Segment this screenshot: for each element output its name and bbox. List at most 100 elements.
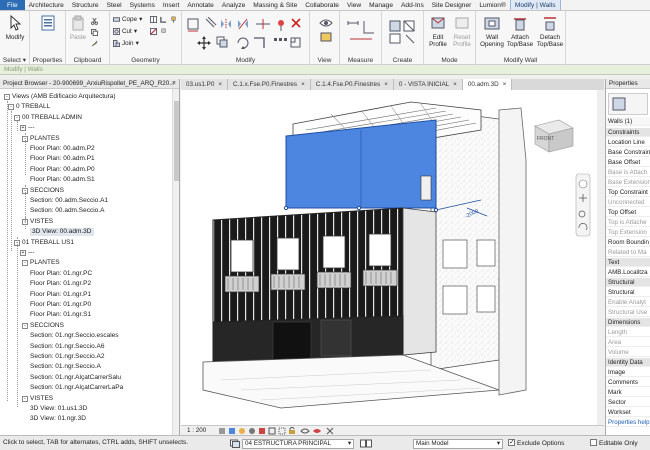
tree-node[interactable]: Floor Plan: 00.adm.P2: [30, 145, 95, 153]
type-selector[interactable]: [608, 93, 648, 115]
tree-node[interactable]: Section: 01.ngr.Seccio.A6: [30, 343, 104, 351]
tree-node[interactable]: -0 TREBALL: [8, 103, 50, 111]
property-row[interactable]: Top Constraint: [606, 188, 650, 197]
tree-node[interactable]: - VISTES: [22, 218, 53, 226]
ribbon-tab[interactable]: Annotate: [183, 0, 217, 10]
tree-node[interactable]: Floor Plan: 01.ngr.P0: [30, 301, 91, 309]
paste-button[interactable]: Paste: [68, 15, 88, 41]
offset-icon[interactable]: [205, 17, 217, 28]
analytical-model-icon[interactable]: [326, 427, 334, 435]
property-group-header[interactable]: Constraints: [606, 128, 650, 137]
tree-node[interactable]: 3D View: 00.adm.3D: [30, 228, 94, 237]
detach-top-base-button[interactable]: Detach Top/Base: [535, 15, 565, 48]
ribbon-tab[interactable]: Lumion®: [475, 0, 510, 10]
project-browser-close-button[interactable]: ×: [172, 79, 176, 89]
ribbon-tab[interactable]: Manage: [365, 0, 397, 10]
tree-node[interactable]: Section: 01.ngr.AlçatCarrerLaPa: [30, 384, 123, 392]
demolish-icon[interactable]: [150, 28, 157, 35]
paint-icon[interactable]: [170, 16, 177, 23]
ribbon-tab[interactable]: File: [0, 0, 25, 10]
tree-node[interactable]: -00 TREBALL ADMIN: [14, 114, 82, 122]
ribbon-tab[interactable]: Insert: [159, 0, 184, 10]
editable-only-check[interactable]: [590, 439, 597, 446]
modify-button[interactable]: Modify: [2, 14, 28, 41]
measure-icon[interactable]: [346, 19, 376, 45]
collapse-toggle-icon[interactable]: -: [22, 395, 28, 402]
tree-node[interactable]: + ---: [20, 249, 35, 257]
tree-node[interactable]: Floor Plan: 01.ngr.PC: [30, 270, 92, 278]
copy-element-icon[interactable]: [216, 36, 228, 48]
collapse-toggle-icon[interactable]: -: [22, 322, 28, 329]
drawing-area[interactable]: -2000 FRONT: [181, 90, 604, 425]
copy-button[interactable]: [91, 28, 98, 37]
tree-node[interactable]: -01 TREBALL US1: [14, 239, 74, 247]
align-icon[interactable]: [187, 18, 199, 32]
canvas-scrollbar[interactable]: [597, 90, 604, 425]
attach-top-base-button[interactable]: Attach Top/Base: [506, 15, 534, 48]
worksets-icon[interactable]: [230, 439, 240, 448]
pin-icon[interactable]: [278, 20, 284, 31]
cut-clipboard-button[interactable]: [91, 17, 98, 26]
tree-node[interactable]: Section: 00.adm.Seccio.A: [30, 207, 104, 215]
crop-region-icon[interactable]: [278, 427, 286, 435]
ribbon-tab[interactable]: Steel: [103, 0, 126, 10]
hide-in-view-icon[interactable]: [318, 19, 334, 43]
tree-node[interactable]: Section: 01.ngr.Seccio.A: [30, 363, 101, 371]
reveal-hidden-icon[interactable]: [313, 429, 321, 433]
tree-node[interactable]: - Views (AMB Edificacio Arquitectura): [4, 93, 116, 101]
match-properties-button[interactable]: [91, 39, 98, 48]
editable-only-checkbox[interactable]: Editable Only: [590, 439, 638, 447]
scrollbar-thumb[interactable]: [174, 101, 179, 181]
array-icon[interactable]: [274, 38, 287, 41]
property-row[interactable]: AMB.Localitza: [606, 268, 650, 277]
collapse-toggle-icon[interactable]: -: [14, 114, 20, 121]
tree-node[interactable]: 3D View: 01.us1.3D: [30, 405, 87, 413]
tree-node[interactable]: Floor Plan: 01.ngr.P2: [30, 280, 91, 288]
tree-node[interactable]: Section: 01.ngr.Seccio.escales: [30, 332, 119, 340]
edit-profile-button[interactable]: Edit Profile: [426, 15, 450, 48]
expand-toggle-icon[interactable]: +: [20, 125, 26, 132]
navigation-bar[interactable]: [575, 173, 591, 237]
visual-style-icon[interactable]: [229, 428, 235, 434]
collapse-toggle-icon[interactable]: -: [4, 94, 10, 100]
property-row[interactable]: Comments: [606, 378, 650, 387]
design-option-select[interactable]: Main Model ▾: [413, 439, 503, 449]
split-face-icon[interactable]: [150, 16, 157, 23]
split-icon[interactable]: [256, 19, 270, 29]
property-group-header[interactable]: Identity Data: [606, 358, 650, 367]
close-tab-icon[interactable]: ×: [384, 81, 388, 88]
tree-node[interactable]: Floor Plan: 01.ngr.S1: [30, 311, 91, 319]
close-tab-icon[interactable]: ×: [453, 81, 457, 88]
property-row[interactable]: Mark: [606, 388, 650, 397]
close-tab-icon[interactable]: ×: [503, 81, 507, 88]
tree-node[interactable]: 3D View: 01.ngr.3D: [30, 415, 86, 423]
exclude-options-checkbox[interactable]: Exclude Options: [508, 438, 564, 447]
close-tab-icon[interactable]: ×: [218, 81, 222, 88]
viewcube[interactable]: FRONT: [534, 119, 574, 153]
ribbon-tab[interactable]: Structure: [68, 0, 103, 10]
ribbon-tab[interactable]: Modify | Walls: [509, 0, 561, 10]
property-group-header[interactable]: Text: [606, 258, 650, 267]
steering-wheel-icon[interactable]: [578, 179, 588, 189]
detail-level-icon[interactable]: [219, 428, 225, 434]
property-row[interactable]: Room Boundin: [606, 238, 650, 247]
tree-node[interactable]: - PLANTES: [22, 135, 60, 143]
tree-node[interactable]: - VISTES: [22, 395, 53, 403]
ribbon-tab[interactable]: Add-Ins: [397, 0, 428, 10]
selected-wall[interactable]: [285, 119, 437, 209]
cope-button[interactable]: Cope ▾: [113, 15, 142, 24]
render-icon[interactable]: [259, 428, 265, 434]
join-button[interactable]: Join ▾: [113, 39, 139, 48]
property-row[interactable]: Base Constrain: [606, 148, 650, 157]
temporary-hide-icon[interactable]: [300, 428, 310, 434]
tree-node[interactable]: Floor Plan: 01.ngr.P1: [30, 291, 91, 299]
tree-node[interactable]: + ---: [20, 124, 35, 132]
wall-opening-button[interactable]: Wall Opening: [478, 15, 506, 48]
collapse-toggle-icon[interactable]: -: [22, 260, 28, 267]
view-tab[interactable]: C.1.x.Fse.P0.Finestres ×: [228, 79, 311, 90]
expand-toggle-icon[interactable]: +: [20, 250, 26, 256]
property-row[interactable]: Base Offset: [606, 158, 650, 167]
collapse-toggle-icon[interactable]: -: [8, 104, 14, 111]
property-row[interactable]: Image: [606, 368, 650, 377]
shadows-icon[interactable]: [249, 428, 255, 434]
